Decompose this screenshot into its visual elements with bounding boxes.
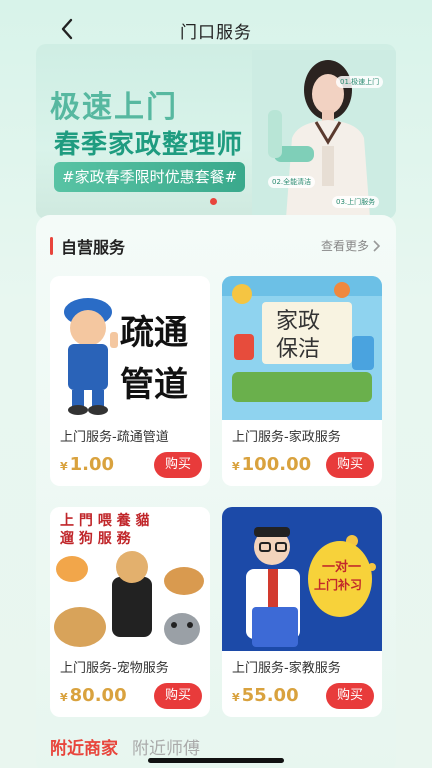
pet-service-image: 上 門 喂 養 貓 遛 狗 服 務 — [50, 507, 210, 651]
price-value: 100.00 — [241, 454, 312, 475]
section-accent-bar — [50, 237, 53, 255]
service-name: 上门服务-宠物服务 — [60, 661, 169, 676]
price-value: 1.00 — [69, 454, 115, 475]
service-name: 上门服务-家政服务 — [232, 430, 341, 445]
service-price: ¥1.00 — [60, 454, 114, 475]
page-title: 门口服务 — [180, 22, 252, 43]
buy-button[interactable]: 购买 — [326, 683, 374, 709]
housekeeping-service-image: 家政 保洁 — [222, 276, 382, 420]
service-name: 上门服务-疏通管道 — [60, 430, 169, 445]
view-more-label: 查看更多 — [320, 239, 369, 253]
buy-button[interactable]: 购买 — [154, 683, 202, 709]
image-text: 家政 — [276, 309, 320, 334]
pipe-service-image: 疏通 管道 — [50, 276, 210, 420]
currency-symbol: ¥ — [60, 691, 68, 704]
currency-symbol: ¥ — [232, 460, 240, 473]
currency-symbol: ¥ — [232, 691, 240, 704]
service-price: ¥80.00 — [60, 685, 127, 706]
service-name: 上门服务-家教服务 — [232, 661, 341, 676]
banner-chip: 01.极速上门 — [336, 76, 384, 89]
price-value: 55.00 — [241, 685, 299, 706]
chevron-left-icon — [61, 18, 73, 40]
banner-headline: 极速上门 — [50, 90, 178, 125]
image-text: 保洁 — [276, 337, 320, 362]
service-card[interactable]: 一对一 上门补习 上门服务-家教服务 ¥55.00 购买 — [222, 507, 382, 717]
banner-chip: 02.全能清洁 — [268, 176, 316, 189]
buy-button[interactable]: 购买 — [326, 452, 374, 478]
price-value: 80.00 — [69, 685, 127, 706]
banner-chip: 03.上门服务 — [332, 196, 380, 209]
tab-nearby-merchants[interactable]: 附近商家 — [50, 734, 118, 759]
image-text: 遛 狗 服 務 — [59, 530, 132, 547]
image-text: 上门补习 — [314, 577, 362, 592]
view-more-link[interactable]: 查看更多 — [321, 237, 380, 254]
image-text: 管道 — [120, 365, 188, 405]
image-text: 疏通 — [120, 313, 188, 353]
service-card[interactable]: 上 門 喂 養 貓 遛 狗 服 務 上门服务-宠物服务 ¥80.00 购买 — [50, 507, 210, 717]
service-price: ¥100.00 — [232, 454, 311, 475]
currency-symbol: ¥ — [60, 460, 68, 473]
buy-button[interactable]: 购买 — [154, 452, 202, 478]
chevron-right-icon — [373, 239, 380, 252]
section-header: 自营服务 查看更多 — [50, 234, 380, 258]
promo-banner[interactable]: 极速上门 春季家政整理师 #家政春季限时优惠套餐# 01.极速上门 02.全能清… — [36, 44, 396, 219]
nearby-tabs: 附近商家 附近师傅 — [50, 734, 200, 759]
back-button[interactable] — [56, 18, 78, 40]
tutoring-service-image: 一对一 上门补习 — [222, 507, 382, 651]
banner-subheadline: 春季家政整理师 — [54, 130, 244, 160]
image-text: 上 門 喂 養 貓 — [60, 512, 150, 529]
service-card[interactable]: 家政 保洁 上门服务-家政服务 ¥100.00 购买 — [222, 276, 382, 486]
carousel-indicator[interactable] — [210, 198, 217, 205]
banner-tag: #家政春季限时优惠套餐# — [54, 162, 246, 192]
image-text: 一对一 — [322, 559, 361, 575]
service-card[interactable]: 疏通 管道 上门服务-疏通管道 ¥1.00 购买 — [50, 276, 210, 486]
section-title: 自营服务 — [61, 238, 126, 257]
service-price: ¥55.00 — [232, 685, 299, 706]
home-indicator — [148, 758, 284, 763]
tab-nearby-masters[interactable]: 附近师傅 — [132, 734, 200, 759]
